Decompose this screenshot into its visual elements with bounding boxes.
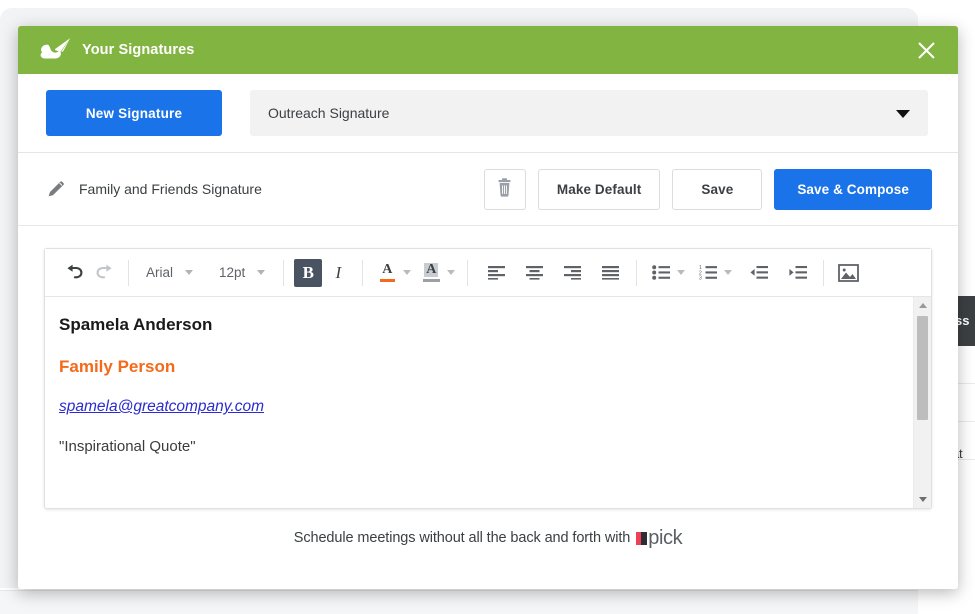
- font-family-select[interactable]: Arial: [138, 259, 197, 287]
- signature-email-link[interactable]: spamela@greatcompany.com: [59, 398, 264, 415]
- chevron-down-icon[interactable]: [677, 270, 686, 275]
- toolbar-divider: [362, 259, 364, 286]
- chevron-down-icon: [257, 270, 266, 275]
- pick-logo: pick: [636, 527, 683, 549]
- trash-icon: [496, 178, 513, 200]
- signature-name-text: Spamela Anderson: [59, 315, 213, 334]
- toolbar-divider: [823, 259, 825, 286]
- font-family-value: Arial: [146, 265, 174, 280]
- scrollbar-thumb[interactable]: [917, 316, 928, 420]
- modal-header: Your Signatures: [18, 26, 958, 74]
- editor-scrollbar[interactable]: [913, 297, 931, 508]
- chevron-down-icon[interactable]: [724, 270, 733, 275]
- modal-title: Your Signatures: [82, 42, 195, 58]
- background-bottom-strip: [0, 590, 918, 614]
- indent-icon[interactable]: [784, 259, 812, 287]
- chevron-down-icon: [896, 110, 910, 118]
- text-color-label: A: [382, 262, 393, 277]
- highlight-color-label: A: [424, 262, 439, 277]
- save-and-compose-button[interactable]: Save & Compose: [774, 168, 932, 210]
- toolbar-divider: [467, 259, 469, 286]
- align-right-icon[interactable]: [558, 259, 586, 287]
- pick-bar-dark: [641, 531, 648, 545]
- chevron-down-icon[interactable]: [403, 270, 412, 275]
- outdent-icon[interactable]: [745, 259, 773, 287]
- signature-editor: Arial 12pt B I A A 1 2 3 Spamela Anderso…: [44, 248, 932, 509]
- undo-arrow-icon[interactable]: [60, 259, 88, 287]
- history-group: [59, 258, 119, 288]
- modal-footer: Schedule meetings without all the back a…: [18, 509, 958, 567]
- editor-body: Spamela Anderson Family Person spamela@g…: [45, 297, 931, 508]
- bold-label: B: [302, 262, 314, 282]
- your-signatures-modal: Your Signatures New Signature Outreach S…: [18, 26, 958, 589]
- new-signature-button[interactable]: New Signature: [46, 90, 222, 136]
- align-justify-icon[interactable]: [596, 259, 624, 287]
- footer-tagline: Schedule meetings without all the back a…: [293, 530, 631, 546]
- make-default-button[interactable]: Make Default: [537, 168, 661, 210]
- signature-select-value: Outreach Signature: [268, 105, 390, 121]
- scroll-down-arrow-icon[interactable]: [914, 491, 931, 508]
- align-left-icon[interactable]: [482, 259, 510, 287]
- editor-toolbar: Arial 12pt B I A A 1 2 3: [45, 249, 931, 297]
- signature-select[interactable]: Outreach Signature: [250, 90, 928, 136]
- highlight-color-swatch: [422, 279, 440, 282]
- svg-text:3: 3: [699, 276, 702, 280]
- redo-arrow-icon[interactable]: [90, 259, 118, 287]
- save-button[interactable]: Save: [672, 168, 763, 210]
- italic-button[interactable]: I: [324, 259, 352, 287]
- text-color-button[interactable]: A: [373, 259, 401, 287]
- toolbar-divider: [128, 259, 129, 286]
- scrollbar-track[interactable]: [914, 314, 931, 491]
- pick-wordmark: pick: [648, 527, 683, 549]
- chevron-down-icon[interactable]: [447, 270, 456, 275]
- pencil-icon[interactable]: [46, 179, 66, 199]
- signature-role-text: Family Person: [59, 356, 176, 376]
- toolbar-divider: [283, 259, 285, 286]
- font-size-select[interactable]: 12pt: [211, 259, 269, 287]
- delete-signature-button[interactable]: [483, 168, 526, 210]
- signature-name-label: Family and Friends Signature: [79, 181, 262, 197]
- text-color-swatch: [379, 279, 395, 282]
- insert-image-icon[interactable]: [834, 259, 862, 287]
- pick-logo-mark: [636, 531, 648, 545]
- signature-actions-row: Family and Friends Signature Make Defaul…: [18, 153, 958, 226]
- bold-button[interactable]: B: [294, 258, 323, 287]
- align-center-icon[interactable]: [520, 259, 548, 287]
- close-icon[interactable]: [906, 26, 946, 74]
- bullet-list-icon[interactable]: [647, 259, 675, 287]
- highlight-color-button[interactable]: A: [417, 259, 445, 287]
- font-size-value: 12pt: [219, 265, 246, 280]
- italic-label: I: [335, 262, 342, 282]
- signature-quote-text: "Inspirational Quote": [59, 438, 196, 456]
- scroll-up-arrow-icon[interactable]: [914, 297, 931, 314]
- cloud-paper-plane-icon: [34, 35, 74, 65]
- signature-selector-row: New Signature Outreach Signature: [18, 74, 958, 153]
- numbered-list-icon[interactable]: 1 2 3: [694, 259, 722, 287]
- toolbar-divider: [636, 259, 638, 286]
- signature-content[interactable]: Spamela Anderson Family Person spamela@g…: [45, 297, 913, 508]
- chevron-down-icon: [185, 270, 194, 275]
